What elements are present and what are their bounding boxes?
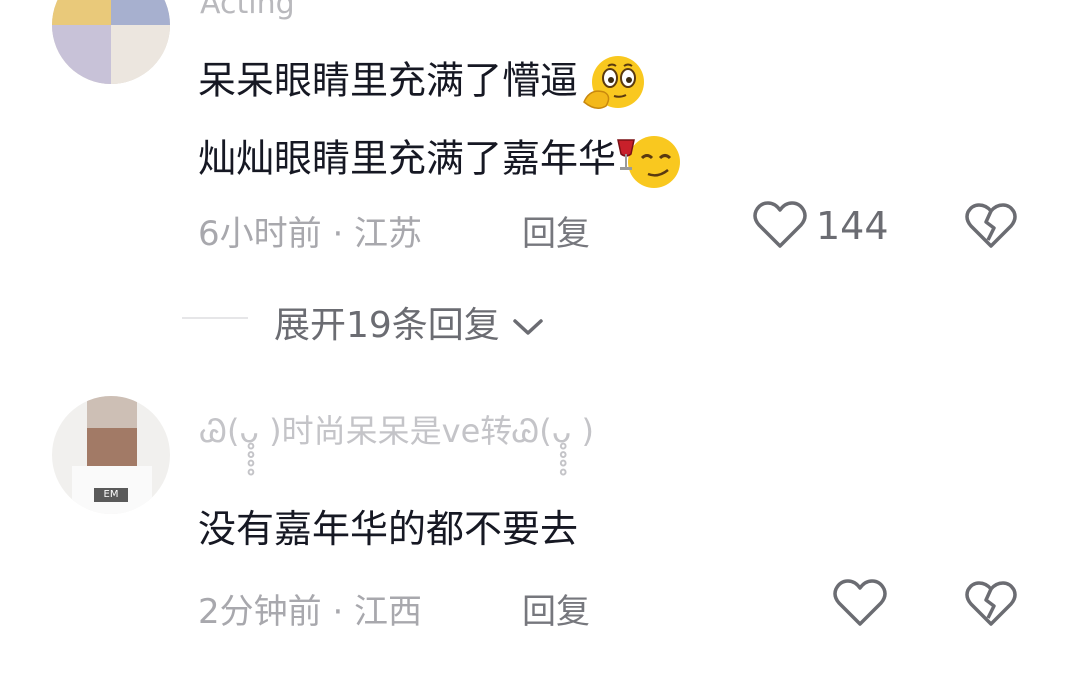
like-heart-icon[interactable]: [752, 200, 808, 250]
dislike-broken-heart-icon[interactable]: [964, 580, 1018, 628]
like-count: 144: [816, 204, 889, 248]
reply-button[interactable]: 回复: [522, 206, 590, 255]
comment-text-line: 没有嘉年华的都不要去: [198, 507, 579, 551]
username[interactable]: Acting: [200, 0, 295, 21]
comment-text-line: 灿灿眼睛里充满了嘉年华: [198, 130, 684, 192]
avatar[interactable]: EM: [52, 396, 170, 514]
expand-divider: [182, 317, 248, 319]
username[interactable]: Ꮚ(ᴗ̥̥̥̥ )时尚呆呆是ve转Ꮚ(ᴗ̥̥̥̥ ): [200, 406, 594, 452]
comment-line-1: 呆呆眼睛里充满了懵逼: [198, 58, 579, 103]
thinking-emoji-icon: [583, 56, 645, 109]
like-heart-icon[interactable]: [832, 578, 888, 628]
dislike-broken-heart-icon[interactable]: [964, 202, 1018, 250]
avatar[interactable]: [52, 0, 170, 84]
comment-line-2: 灿灿眼睛里充满了嘉年华: [198, 136, 617, 181]
comment-time-location: 2分钟前 · 江西: [198, 592, 423, 632]
expand-replies-button[interactable]: 展开19条回复: [274, 296, 545, 348]
chevron-down-icon: [513, 319, 544, 335]
reply-button[interactable]: 回复: [522, 584, 590, 633]
comment-text-line: 呆呆眼睛里充满了懵逼: [198, 52, 650, 114]
wine-smirk-emoji-icon: [617, 136, 681, 188]
comment-time-location: 6小时前 · 江苏: [198, 214, 423, 254]
expand-replies-label: 展开19条回复: [274, 305, 500, 346]
